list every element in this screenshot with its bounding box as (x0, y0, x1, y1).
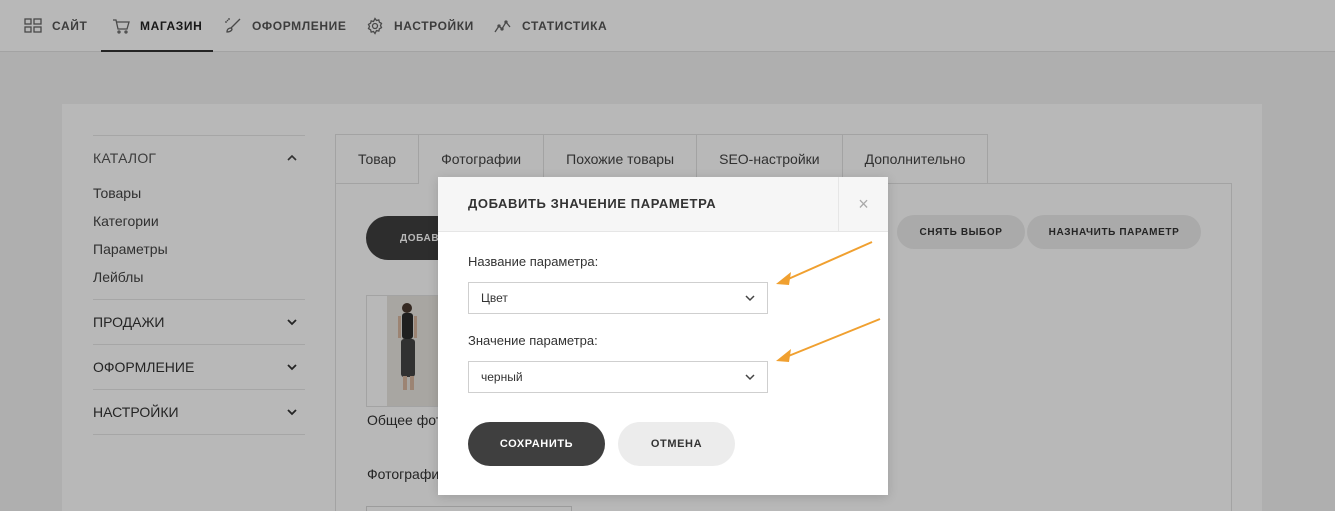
dialog-header: ДОБАВИТЬ ЗНАЧЕНИЕ ПАРАМЕТРА × (438, 177, 888, 232)
param-value-value: черный (481, 370, 523, 384)
chevron-down-icon (745, 374, 755, 381)
param-name-value: Цвет (481, 291, 508, 305)
cancel-button[interactable]: ОТМЕНА (618, 422, 735, 466)
param-value-select[interactable]: черный (468, 361, 768, 393)
add-parameter-value-dialog: ДОБАВИТЬ ЗНАЧЕНИЕ ПАРАМЕТРА × Название п… (438, 177, 888, 495)
param-name-label: Название параметра: (468, 254, 599, 269)
save-button[interactable]: СОХРАНИТЬ (468, 422, 605, 466)
dialog-title: ДОБАВИТЬ ЗНАЧЕНИЕ ПАРАМЕТРА (468, 196, 717, 211)
close-button[interactable]: × (838, 177, 888, 232)
close-icon: × (858, 194, 869, 214)
param-name-select[interactable]: Цвет (468, 282, 768, 314)
chevron-down-icon (745, 295, 755, 302)
param-value-label: Значение параметра: (468, 333, 598, 348)
